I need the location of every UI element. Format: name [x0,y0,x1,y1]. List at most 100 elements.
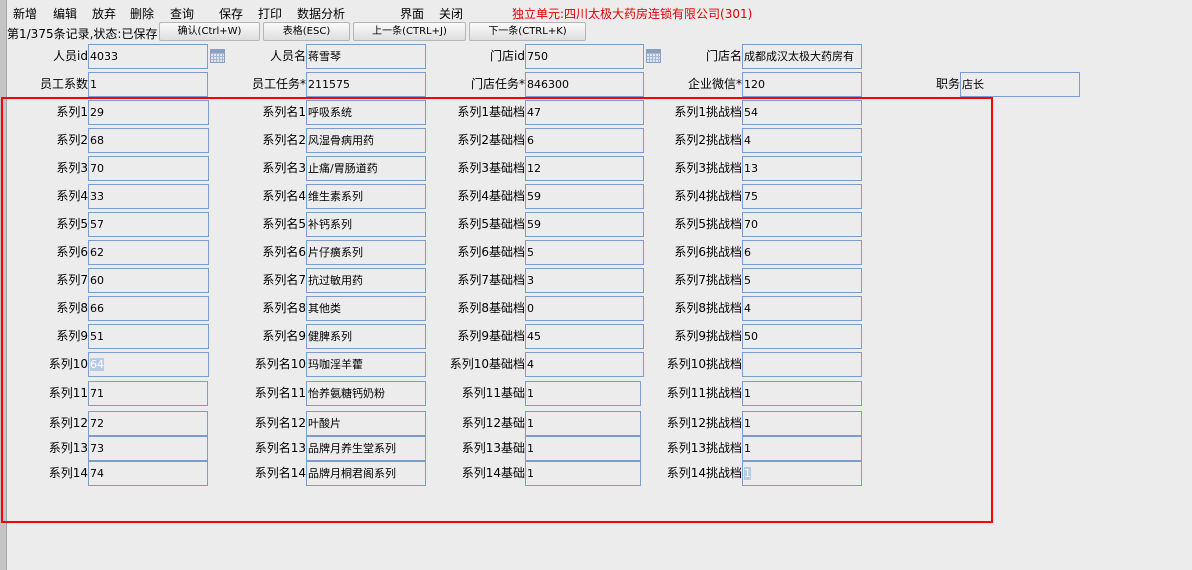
series-challenge-field[interactable]: 1 [742,461,862,486]
series-name-field[interactable]: 风湿骨病用药 [306,128,426,153]
series-challenge-field[interactable]: 4 [742,128,862,153]
store-task-label: 门店任务* [470,77,525,91]
menu-abandon[interactable]: 放弃 [92,5,116,22]
calendar-icon[interactable] [646,49,661,63]
series-challenge-field[interactable]: 1 [742,411,862,436]
series-code-field[interactable]: 73 [88,436,208,461]
series-base-field[interactable]: 0 [525,296,644,321]
confirm-button[interactable]: 确认(Ctrl+W) [159,22,260,41]
record-status: 第1/375条记录,状态:已保存 [7,27,158,41]
series-name-field[interactable]: 品牌月桐君阁系列 [306,461,426,486]
series-challenge-label: 系列11挑战档 [666,386,742,400]
series-code-field[interactable]: 51 [88,324,209,349]
series-challenge-field[interactable]: 13 [742,156,862,181]
series-challenge-field[interactable]: 5 [742,268,862,293]
series-base-field[interactable]: 47 [525,100,644,125]
series-name-field[interactable]: 维生素系列 [306,184,426,209]
staff-task-field[interactable]: 211575 [306,72,426,97]
series-code-field[interactable]: 64 [88,352,209,377]
series-base-label: 系列9基础档 [457,329,525,343]
series-name-field[interactable]: 补钙系列 [306,212,426,237]
wechat-field[interactable]: 120 [742,72,862,97]
series-name-field[interactable]: 止痛/胃肠道药 [306,156,426,181]
table-view-button[interactable]: 表格(ESC) [263,22,350,41]
series-name-field[interactable]: 片仔癀系列 [306,240,426,265]
series-base-field[interactable]: 1 [525,436,641,461]
store-name-label: 门店名 [705,49,742,63]
series-name-label: 系列名14 [254,466,306,480]
series-code-field[interactable]: 33 [88,184,209,209]
calendar-icon[interactable] [210,49,225,63]
menu-query[interactable]: 查询 [170,5,194,22]
series-base-label: 系列4基础档 [457,189,525,203]
series-code-label: 系列8 [56,301,88,315]
store-id-field[interactable]: 750 [525,44,644,69]
series-name-field[interactable]: 叶酸片 [306,411,426,436]
staff-name-field[interactable]: 蒋雪琴 [306,44,426,69]
series-code-field[interactable]: 29 [88,100,209,125]
series-code-field[interactable]: 57 [88,212,209,237]
series-code-field[interactable]: 62 [88,240,209,265]
menu-delete[interactable]: 删除 [130,5,154,22]
menu-print[interactable]: 打印 [258,5,282,22]
series-code-field[interactable]: 72 [88,411,208,436]
series-name-field[interactable]: 其他类 [306,296,426,321]
series-challenge-label: 系列2挑战档 [674,133,742,147]
store-name-field[interactable]: 成都成汉太极大药房有 [742,44,862,69]
series-name-field[interactable]: 健脾系列 [306,324,426,349]
series-challenge-field[interactable]: 1 [742,381,862,406]
menu-close[interactable]: 关闭 [439,5,463,22]
window-left-border [0,0,7,570]
series-code-field[interactable]: 60 [88,268,209,293]
series-code-label: 系列7 [56,273,88,287]
series-base-field[interactable]: 5 [525,240,644,265]
series-name-field[interactable]: 玛咖淫羊藿 [306,352,426,377]
menu-edit[interactable]: 编辑 [53,5,77,22]
series-base-field[interactable]: 3 [525,268,644,293]
series-base-field[interactable]: 45 [525,324,644,349]
position-field[interactable]: 店长 [960,72,1080,97]
series-code-label: 系列6 [56,245,88,259]
series-code-field[interactable]: 70 [88,156,209,181]
staff-coef-field[interactable]: 1 [88,72,208,97]
series-base-field[interactable]: 59 [525,212,644,237]
previous-record-button[interactable]: 上一条(CTRL+J) [353,22,466,41]
menu-data-analysis[interactable]: 数据分析 [297,5,345,22]
series-challenge-field[interactable]: 75 [742,184,862,209]
series-name-field[interactable]: 怡养氨糖钙奶粉 [306,381,426,406]
staff-id-field[interactable]: 4033 [88,44,208,69]
series-code-field[interactable]: 74 [88,461,208,486]
series-base-field[interactable]: 6 [525,128,644,153]
menu-new[interactable]: 新增 [13,5,37,22]
series-base-field[interactable]: 1 [525,411,641,436]
series-base-field[interactable]: 59 [525,184,644,209]
menu-save[interactable]: 保存 [219,5,243,22]
series-code-field[interactable]: 71 [88,381,208,406]
series-code-field[interactable]: 66 [88,296,209,321]
series-name-field[interactable]: 抗过敏用药 [306,268,426,293]
staff-id-label: 人员id [53,49,88,63]
series-challenge-label: 系列7挑战档 [674,273,742,287]
series-code-label: 系列4 [56,189,88,203]
series-base-field[interactable]: 1 [525,381,641,406]
series-challenge-field[interactable]: 50 [742,324,862,349]
series-name-field[interactable]: 呼吸系统 [306,100,426,125]
series-challenge-field[interactable]: 6 [742,240,862,265]
staff-task-label: 员工任务* [251,77,306,91]
menu-interface[interactable]: 界面 [400,5,424,22]
series-challenge-field[interactable]: 4 [742,296,862,321]
series-base-field[interactable]: 1 [525,461,641,486]
series-code-label: 系列11 [48,386,88,400]
series-challenge-field[interactable]: 70 [742,212,862,237]
series-base-field[interactable]: 4 [525,352,644,377]
store-task-field[interactable]: 846300 [525,72,644,97]
series-challenge-field[interactable]: 54 [742,100,862,125]
series-base-field[interactable]: 12 [525,156,644,181]
series-code-field[interactable]: 68 [88,128,209,153]
next-record-button[interactable]: 下一条(CTRL+K) [469,22,586,41]
series-name-field[interactable]: 品牌月养生堂系列 [306,436,426,461]
series-challenge-field[interactable]: 1 [742,436,862,461]
series-code-label: 系列14 [48,466,88,480]
series-base-label: 系列12基础 [461,416,525,430]
series-challenge-field[interactable] [742,352,862,377]
